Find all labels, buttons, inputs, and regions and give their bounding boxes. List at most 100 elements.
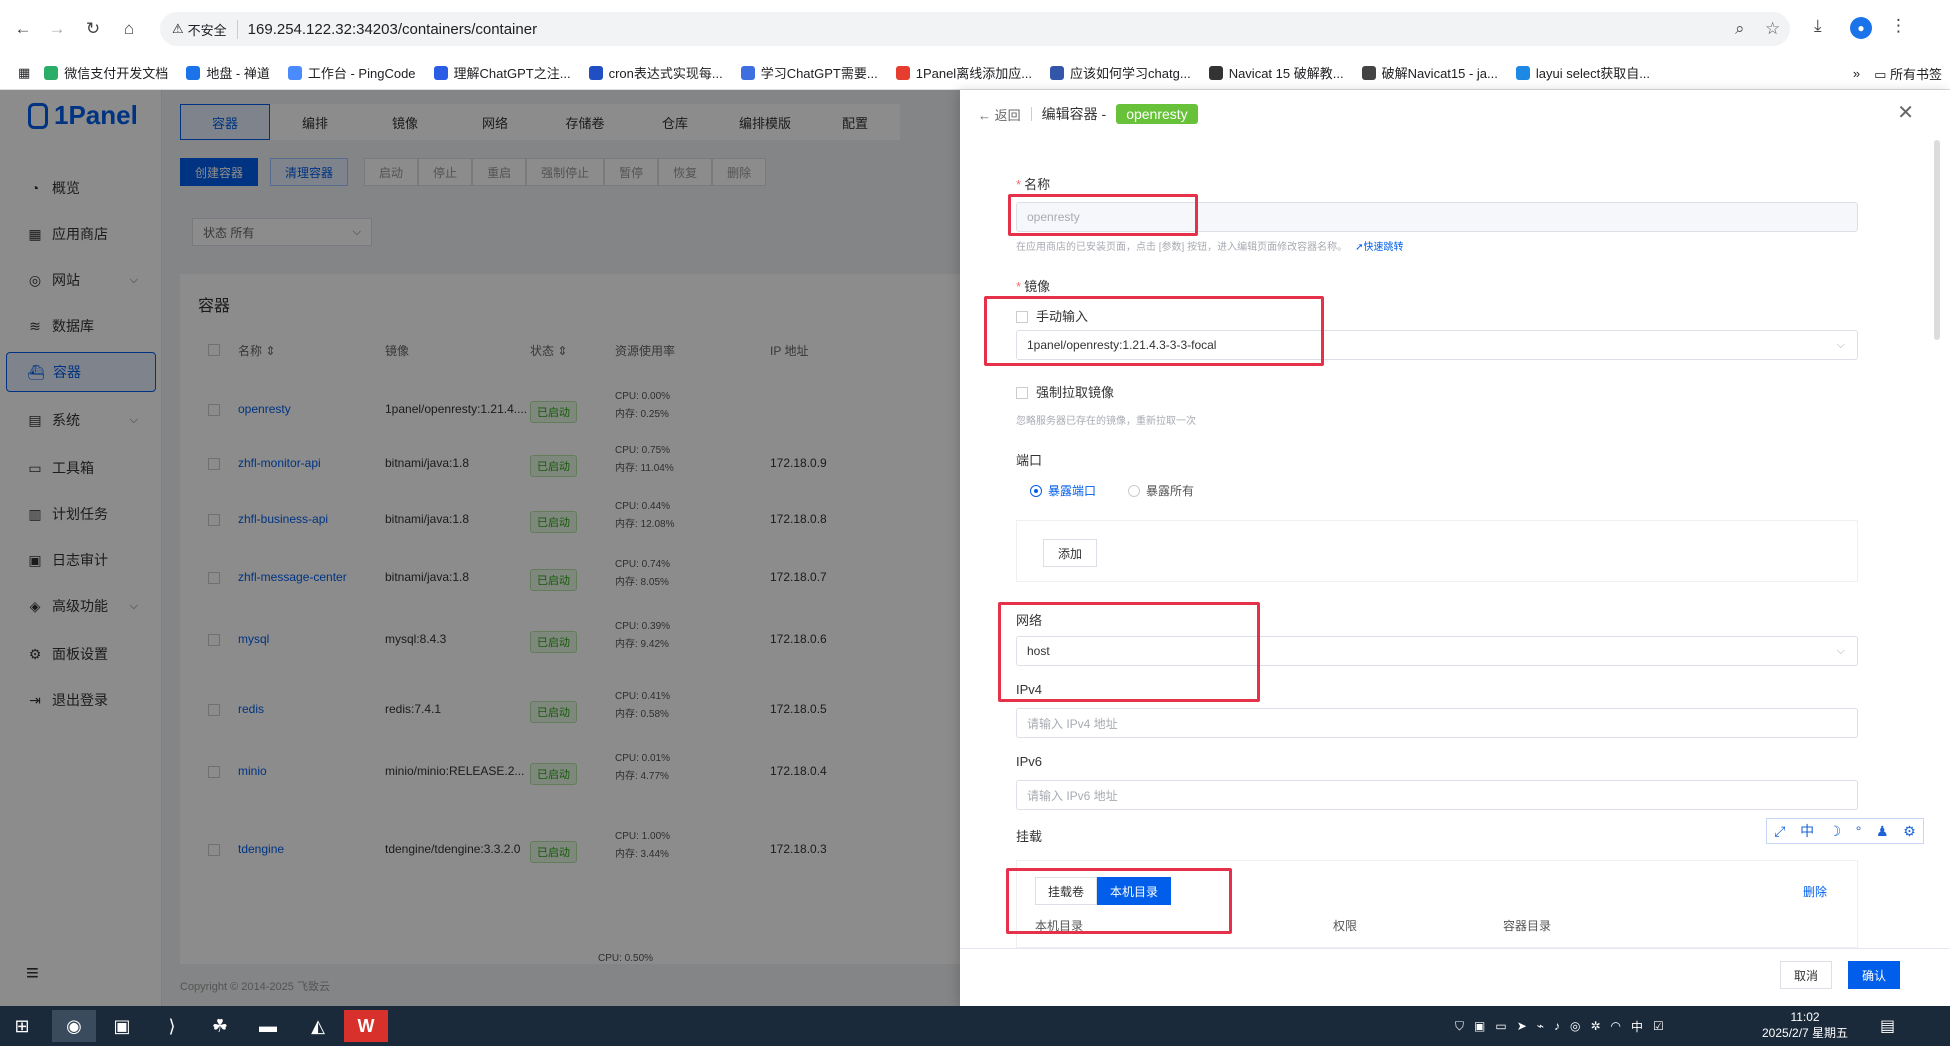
mount-delete-link[interactable]: 删除 bbox=[1803, 883, 1827, 900]
profile-avatar[interactable]: ● bbox=[1850, 17, 1872, 39]
taskbar-app-icon[interactable]: ▬ bbox=[246, 1010, 290, 1042]
confirm-button[interactable]: 确认 bbox=[1848, 961, 1900, 989]
taskbar-app-icon[interactable]: W bbox=[344, 1010, 388, 1042]
bookmark-favicon-icon bbox=[433, 65, 448, 80]
bookmark-item[interactable]: 微信支付开发文档 bbox=[44, 63, 168, 82]
bookmark-favicon-icon bbox=[740, 65, 755, 80]
force-pull-checkbox[interactable]: 强制拉取镜像 bbox=[1016, 382, 1114, 401]
checkbox-tray-icon[interactable]: ☑ bbox=[1653, 1019, 1664, 1033]
bookmark-favicon-icon bbox=[895, 65, 910, 80]
taskbar-app-icon[interactable]: ◉ bbox=[52, 1010, 96, 1042]
address-bar[interactable]: ⚠ 不安全 169.254.122.32:34203/containers/con… bbox=[160, 12, 1790, 46]
ipv4-input[interactable]: 请输入 IPv4 地址 bbox=[1016, 708, 1858, 738]
taskbar-app-icon[interactable]: ▣ bbox=[100, 1010, 144, 1042]
image-select[interactable]: 1panel/openresty:1.21.4.3-3-3-focal ⌵ bbox=[1016, 330, 1858, 360]
taskbar-app-icon[interactable]: ◭ bbox=[296, 1010, 340, 1042]
drawer-scrollbar[interactable] bbox=[1934, 140, 1940, 340]
expose-port-radio[interactable]: 暴露端口 bbox=[1030, 482, 1096, 499]
drawer-header: ← 返回 编辑容器 - openresty bbox=[978, 104, 1198, 124]
mount-host-dir-option[interactable]: 本机目录 bbox=[1097, 877, 1172, 905]
ime-button-icon[interactable]: ☽ bbox=[1829, 823, 1842, 840]
close-icon[interactable]: ✕ bbox=[1897, 100, 1914, 125]
taskbar-app-icon[interactable]: ⊞ bbox=[0, 1010, 44, 1042]
ime-button-icon[interactable]: ♟ bbox=[1876, 823, 1889, 840]
taskbar-app-icon[interactable]: ☘ bbox=[198, 1010, 242, 1042]
input-language[interactable]: 中 bbox=[1631, 1018, 1643, 1035]
chevron-down-icon: ⌵ bbox=[1836, 644, 1845, 657]
notification-icon[interactable]: ▤ bbox=[1880, 1016, 1895, 1036]
add-port-button[interactable]: 添加 bbox=[1043, 539, 1097, 567]
wechat-icon[interactable]: ◎ bbox=[1570, 1019, 1580, 1033]
back-link[interactable]: ← 返回 bbox=[978, 105, 1021, 124]
shield-icon[interactable]: ⛉ bbox=[1455, 1019, 1464, 1034]
kebab-menu-icon[interactable]: ⋮ bbox=[1890, 16, 1907, 36]
telegram-icon[interactable]: ➤ bbox=[1517, 1019, 1527, 1033]
bookmark-item[interactable]: 应该如何学习chatg... bbox=[1050, 63, 1191, 82]
network-label: 网络 bbox=[1016, 613, 1043, 628]
bookmark-item[interactable]: layui select获取自... bbox=[1515, 63, 1650, 82]
bookmark-favicon-icon bbox=[1208, 65, 1223, 80]
forward-icon[interactable]: → bbox=[44, 16, 70, 42]
arrow-left-icon: ← bbox=[978, 107, 991, 123]
bookmark-item[interactable]: 地盘 - 禅道 bbox=[186, 63, 270, 82]
all-bookmarks[interactable]: ▭ 所有书签 bbox=[1874, 64, 1942, 83]
ime-button-icon[interactable]: ⚙ bbox=[1903, 823, 1916, 840]
bookmark-item[interactable]: 理解ChatGPT之注... bbox=[433, 63, 571, 82]
taskbar-app-icon[interactable]: ⟩ bbox=[150, 1010, 194, 1042]
insecure-indicator[interactable]: ⚠ 不安全 bbox=[172, 19, 238, 39]
checkbox-icon bbox=[1016, 387, 1028, 399]
radio-checked-icon bbox=[1030, 485, 1042, 497]
bookmark-favicon-icon bbox=[1050, 65, 1065, 80]
folder-icon: ▭ bbox=[1874, 66, 1887, 82]
mount-col-container: 容器目录 bbox=[1503, 919, 1552, 933]
modal-overlay[interactable] bbox=[0, 90, 960, 1006]
bookmark-item[interactable]: 学习ChatGPT需要... bbox=[740, 63, 878, 82]
bookmark-item[interactable]: 1Panel离线添加应... bbox=[895, 63, 1032, 82]
star-icon[interactable]: ☆ bbox=[1765, 19, 1780, 39]
back-icon[interactable]: ← bbox=[10, 16, 36, 42]
settings-tray-icon[interactable]: ✲ bbox=[1590, 1019, 1600, 1033]
quick-jump-link[interactable]: ➚快速跳转 bbox=[1355, 242, 1403, 253]
reload-icon[interactable]: ↻ bbox=[80, 16, 106, 42]
network-app-icon[interactable]: ▣ bbox=[1474, 1019, 1485, 1033]
system-clock[interactable]: 11:02 2025/2/7 星期五 bbox=[1762, 1009, 1848, 1041]
drawer-footer: 取消 确认 bbox=[960, 948, 1950, 1006]
force-pull-hint: 忽略服务器已存在的镜像，重新拉取一次 bbox=[1016, 416, 1196, 427]
wifi-icon[interactable]: ◠ bbox=[1611, 1019, 1621, 1033]
mount-col-host: 本机目录 bbox=[1035, 919, 1084, 933]
name-input[interactable]: openresty bbox=[1016, 202, 1858, 232]
mount-col-perm: 权限 bbox=[1333, 919, 1358, 933]
usb-icon[interactable]: ⌁ bbox=[1537, 1019, 1544, 1033]
bookmark-item[interactable]: Navicat 15 破解教... bbox=[1208, 63, 1344, 82]
bookmark-item[interactable]: 破解Navicat15 - ja... bbox=[1361, 63, 1498, 82]
port-label: 端口 bbox=[1016, 453, 1043, 468]
bookmark-favicon-icon bbox=[186, 65, 201, 80]
warning-icon: ⚠ bbox=[172, 21, 184, 36]
display-icon[interactable]: ▭ bbox=[1495, 1019, 1506, 1033]
bookmark-favicon-icon bbox=[1515, 65, 1530, 80]
manual-input-checkbox[interactable]: 手动输入 bbox=[1016, 306, 1088, 325]
image-label: * 镜像 bbox=[1016, 279, 1051, 294]
url-text[interactable]: 169.254.122.32:34203/containers/containe… bbox=[248, 21, 537, 38]
bookmark-item[interactable]: cron表达式实现每... bbox=[588, 63, 723, 82]
apps-grid-icon[interactable]: ▦ bbox=[18, 65, 30, 81]
system-tray: ⛉ ▣ ▭ ➤ ⌁ ♪ ◎ ✲ ◠ 中 ☑ bbox=[1455, 1006, 1664, 1046]
bookmarks-more[interactable]: » bbox=[1853, 66, 1860, 81]
radio-icon bbox=[1128, 485, 1140, 497]
drawer-title: 编辑容器 - bbox=[1041, 106, 1107, 122]
download-icon[interactable]: ⤓ bbox=[1814, 16, 1822, 36]
expose-all-radio[interactable]: 暴露所有 bbox=[1128, 482, 1194, 499]
checkbox-icon bbox=[1016, 311, 1028, 323]
home-icon[interactable]: ⌂ bbox=[116, 16, 142, 42]
cancel-button[interactable]: 取消 bbox=[1780, 961, 1832, 989]
ipv6-input[interactable]: 请输入 IPv6 地址 bbox=[1016, 780, 1858, 810]
mount-volume-option[interactable]: 挂载卷 bbox=[1035, 877, 1098, 905]
bookmark-item[interactable]: 工作台 - PingCode bbox=[287, 63, 416, 82]
network-select[interactable]: host ⌵ bbox=[1016, 636, 1858, 666]
zoom-icon[interactable]: ⌕ bbox=[1735, 19, 1745, 39]
ime-button-icon[interactable]: 中 bbox=[1800, 821, 1814, 841]
ime-toolbar[interactable]: ⤢ 中 ☽ ° ♟ ⚙ bbox=[1766, 818, 1924, 844]
ime-button-icon[interactable]: ° bbox=[1856, 823, 1862, 839]
ime-button-icon[interactable]: ⤢ bbox=[1774, 823, 1785, 840]
volume-icon[interactable]: ♪ bbox=[1554, 1019, 1560, 1033]
